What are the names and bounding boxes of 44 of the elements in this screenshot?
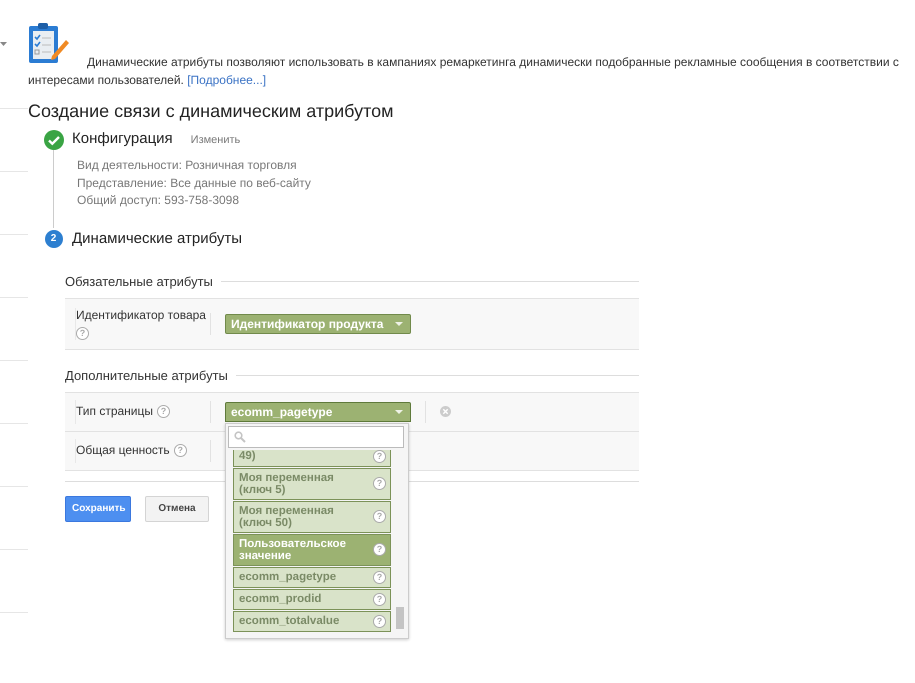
clipboard-icon (28, 22, 70, 64)
step-number: 2 (44, 230, 62, 248)
remove-icon[interactable] (440, 406, 451, 417)
step-title: Динамические атрибуты (72, 230, 242, 246)
config-detail: Общий доступ: 593-758-3098 (77, 192, 240, 209)
dropdown-option[interactable]: 49) ? (233, 450, 391, 466)
help-icon[interactable]: ? (174, 444, 187, 457)
scrollbar-thumb[interactable] (396, 606, 404, 628)
config-detail: Вид деятельности: Розничная торговля (77, 157, 298, 174)
attribute-label: Общая ценность (76, 443, 170, 458)
cancel-button[interactable]: Отмена (145, 496, 209, 522)
help-icon[interactable]: ? (373, 592, 386, 606)
dropdown-option[interactable]: Пользовательское значение ? (233, 534, 391, 566)
dropdown-option[interactable]: Моя переменная (ключ 5) ? (233, 468, 391, 500)
help-icon[interactable]: ? (373, 614, 386, 628)
page-title: Создание связи с динамическим атрибутом (28, 101, 395, 122)
attribute-select[interactable]: Идентификатор продукта (225, 314, 411, 334)
intro-text: Динамические атрибуты позволяют использовать в кампаниях ремаркетинга динамически подобранные рекламные сообщения в соответствии с интересами пользователей. [Подробнее...] (28, 54, 900, 89)
help-icon[interactable]: ? (76, 326, 89, 340)
search-field[interactable] (228, 426, 404, 448)
config-detail: Представление: Все данные по веб-сайту (77, 174, 312, 192)
help-icon[interactable]: ? (373, 510, 386, 523)
section-title: Дополнительные атрибуты (65, 368, 228, 382)
help-icon[interactable]: ? (373, 570, 386, 584)
help-icon[interactable]: ? (373, 477, 386, 490)
section-title: Обязательные атрибуты (65, 274, 213, 288)
caret-icon[interactable] (0, 42, 7, 46)
save-button[interactable]: Сохранить (65, 496, 131, 522)
search-icon (234, 430, 246, 442)
more-link[interactable]: [Подробнее...] (187, 73, 266, 87)
attribute-label: Тип страницы (76, 404, 154, 419)
caret-icon (395, 410, 403, 414)
attribute-select[interactable]: ecomm_pagetype (225, 402, 411, 422)
dropdown-option[interactable]: ecomm_prodid ? (233, 588, 391, 610)
step-title: Конфигурация (72, 130, 173, 147)
dropdown-option[interactable]: ecomm_totalvalue ? (233, 610, 391, 632)
caret-icon (395, 322, 403, 326)
edit-link[interactable]: Изменить (190, 134, 240, 146)
help-icon[interactable]: ? (373, 543, 386, 556)
dropdown-option[interactable]: ecomm_pagetype ? (233, 566, 391, 588)
dropdown-option[interactable]: Моя переменная (ключ 50) ? (233, 500, 391, 532)
help-icon[interactable]: ? (373, 450, 386, 462)
help-icon[interactable]: ? (157, 405, 170, 418)
attribute-label: Идентификатор товара (76, 308, 206, 322)
